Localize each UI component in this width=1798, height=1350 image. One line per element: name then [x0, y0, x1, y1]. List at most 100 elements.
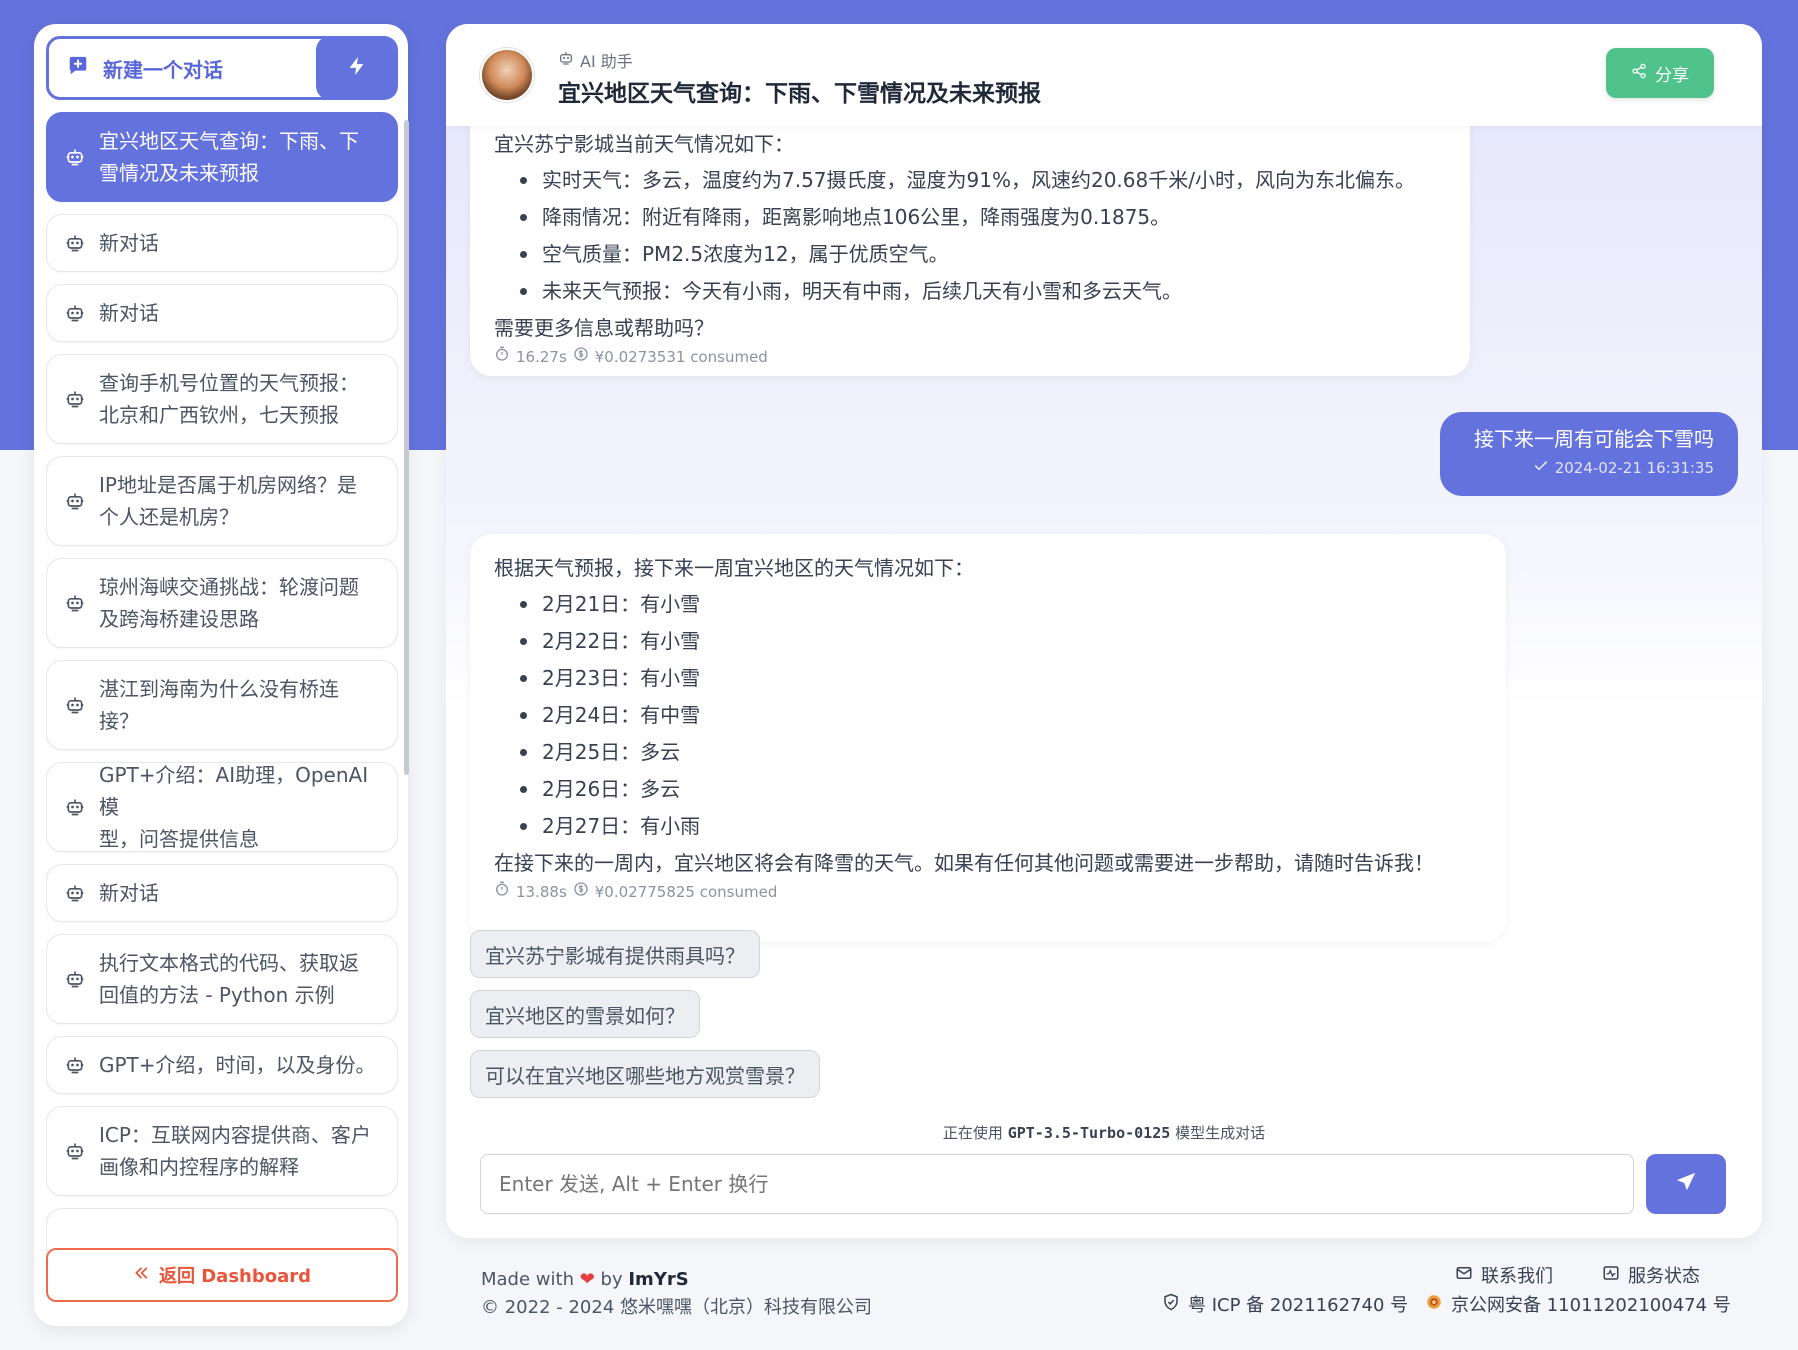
service-status-link[interactable]: 服务状态	[1602, 1262, 1700, 1288]
suggestion-chip[interactable]: 可以在宜兴地区哪些地方观赏雪景？	[470, 1050, 820, 1098]
robot-icon	[65, 490, 85, 512]
police-record-link[interactable]: 京公网安备 11011202100474 号	[1425, 1291, 1731, 1317]
police-record-label: 京公网安备 11011202100474 号	[1451, 1295, 1731, 1316]
conversation-title: 湛江到海南为什么没有桥连	[99, 677, 339, 701]
footer-credits: Made with ❤ by ImYrS © 2022 - 2024 悠米嘿嘿（…	[481, 1266, 872, 1322]
conversation-title: 查询手机号位置的天气预报：	[99, 371, 359, 395]
send-button[interactable]	[1646, 1154, 1726, 1214]
conversation-title: IP地址是否属于机房网络？是	[99, 473, 357, 497]
suggestion-chip[interactable]: 宜兴地区的雪景如何？	[470, 990, 700, 1038]
conversation-title-cont: 个人还是机房？	[99, 505, 239, 529]
list-item: 实时天气：多云，温度约为7.57摄氏度，湿度为91%，风速约20.68千米/小时…	[518, 162, 1446, 199]
share-button[interactable]: 分享	[1606, 48, 1714, 98]
conversation-item-active[interactable]: 宜兴地区天气查询：下雨、下 雪情况及未来预报	[46, 112, 398, 202]
chat-panel: AI 助手 宜兴地区天气查询：下雨、下雪情况及未来预报 分享 宜兴苏宁影城当前天…	[446, 24, 1762, 1238]
conversation-item[interactable]: GPT+介绍，时间，以及身份。	[46, 1036, 398, 1094]
conversation-item[interactable]: 新对话	[46, 864, 398, 922]
sidebar: 新建一个对话 宜兴地区天气查询：下雨、下 雪情况及未来预报 新对话 新对话 查询手…	[34, 24, 409, 1326]
message-intro: 宜兴苏宁影城当前天气情况如下：	[494, 132, 794, 156]
contact-label: 联系我们	[1481, 1266, 1553, 1287]
message-duration: 16.27s	[516, 348, 567, 366]
heart-icon: ❤	[579, 1269, 595, 1290]
conversation-item[interactable]: 查询手机号位置的天气预报： 北京和广西钦州，七天预报	[46, 354, 398, 444]
conversation-title: GPT+介绍：AI助理，OpenAI模	[99, 763, 369, 819]
robot-icon	[65, 1140, 85, 1162]
coin-icon	[573, 881, 589, 903]
police-badge-icon	[1425, 1293, 1443, 1316]
message-input[interactable]	[480, 1154, 1634, 1214]
share-icon	[1631, 63, 1647, 84]
conversation-item[interactable]: ICP：互联网内容提供商、客户 画像和内控程序的解释	[46, 1106, 398, 1196]
new-chat-label: 新建一个对话	[103, 57, 223, 82]
list-item: 2月24日：有中雪	[518, 697, 1482, 734]
conversation-title-cont: 雪情况及未来预报	[99, 161, 259, 185]
lightning-icon	[346, 55, 368, 81]
new-chat-button[interactable]: 新建一个对话	[46, 36, 342, 100]
robot-icon	[65, 694, 85, 716]
list-item: 2月27日：有小雨	[518, 808, 1482, 845]
conversation-item[interactable]: GPT+介绍：AI助理，OpenAI模型，问答提供信息	[46, 762, 398, 852]
model-suffix: 模型生成对话	[1175, 1124, 1266, 1142]
user-message-time: 2024-02-21 16:31:35	[1554, 459, 1714, 477]
timer-icon	[494, 346, 510, 368]
company-name: 悠米嘿嘿（北京）科技有限公司	[620, 1297, 873, 1318]
conversation-title: 新对话	[99, 301, 159, 325]
icp-label: 粤 ICP 备 2021162740 号	[1188, 1295, 1409, 1316]
robot-icon	[65, 302, 85, 324]
conversation-item[interactable]: 湛江到海南为什么没有桥连 接？	[46, 660, 398, 750]
user-message: 接下来一周有可能会下雪吗 2024-02-21 16:31:35	[1440, 412, 1738, 496]
conversation-item[interactable]: 新对话	[46, 214, 398, 272]
send-icon	[1675, 1171, 1697, 1197]
sidebar-scrollbar[interactable]	[404, 120, 409, 775]
conversation-item[interactable]: 琼州海峡交通挑战：轮渡问题 及跨海桥建设思路	[46, 558, 398, 648]
conversation-item[interactable]: 执行文本格式的代码、获取返 回值的方法 - Python 示例	[46, 934, 398, 1024]
conversation-title: 琼州海峡交通挑战：轮渡问题	[99, 575, 359, 599]
back-dashboard-button[interactable]: 返回 Dashboard	[46, 1248, 398, 1302]
robot-icon	[65, 1054, 85, 1076]
model-info: 正在使用 GPT-3.5-Turbo-0125 模型生成对话	[446, 1122, 1762, 1143]
chat-header: AI 助手 宜兴地区天气查询：下雨、下雪情况及未来预报 分享	[446, 24, 1762, 126]
conversation-title: GPT+介绍，时间，以及身份。	[99, 1053, 376, 1077]
icp-link[interactable]: 粤 ICP 备 2021162740 号	[1162, 1291, 1408, 1317]
conversation-title-cont: 画像和内控程序的解释	[99, 1155, 299, 1179]
back-dashboard-label: 返回 Dashboard	[158, 1266, 312, 1287]
robot-icon	[65, 146, 85, 168]
message-list: 实时天气：多云，温度约为7.57摄氏度，湿度为91%，风速约20.68千米/小时…	[494, 162, 1446, 310]
conversation-title-cont: 型，问答提供信息	[99, 827, 259, 851]
conversation-item[interactable]: 新对话	[46, 284, 398, 342]
robot-icon	[558, 50, 574, 70]
message-meta: 16.27s ¥0.0273531 consumed	[494, 346, 1446, 368]
message-list: 2月21日：有小雪 2月22日：有小雪 2月23日：有小雪 2月24日：有中雪 …	[494, 586, 1482, 845]
timer-icon	[494, 881, 510, 903]
list-item: 2月23日：有小雪	[518, 660, 1482, 697]
message-cost: ¥0.0273531 consumed	[594, 348, 768, 366]
shield-check-icon	[1162, 1293, 1180, 1316]
service-status-label: 服务状态	[1628, 1266, 1700, 1287]
made-with-label: Made with	[481, 1269, 574, 1290]
assistant-label: AI 助手	[580, 52, 633, 71]
list-item: 2月26日：多云	[518, 771, 1482, 808]
user-message-text: 接下来一周有可能会下雪吗	[1474, 427, 1714, 451]
conversation-item[interactable]: IP地址是否属于机房网络？是 个人还是机房？	[46, 456, 398, 546]
message-duration: 13.88s	[516, 883, 567, 901]
robot-icon	[65, 796, 85, 818]
conversation-title: 新对话	[99, 231, 159, 255]
quick-chat-button[interactable]	[316, 36, 398, 100]
author-link[interactable]: ImYrS	[628, 1269, 688, 1290]
robot-icon	[65, 592, 85, 614]
assistant-message: 宜兴苏宁影城当前天气情况如下： 实时天气：多云，温度约为7.57摄氏度，湿度为9…	[470, 96, 1470, 376]
list-item: 2月25日：多云	[518, 734, 1482, 771]
assistant-message: 根据天气预报，接下来一周宜兴地区的天气情况如下： 2月21日：有小雪 2月22日…	[470, 534, 1506, 942]
mail-icon	[1455, 1264, 1473, 1287]
double-chevron-left-icon	[133, 1265, 149, 1286]
suggestion-chip[interactable]: 宜兴苏宁影城有提供雨具吗？	[470, 930, 760, 978]
message-outro: 需要更多信息或帮助吗？	[494, 316, 714, 340]
robot-icon	[65, 388, 85, 410]
list-item: 降雨情况：附近有降雨，距离影响地点106公里，降雨强度为0.1875。	[518, 199, 1446, 236]
robot-icon	[65, 232, 85, 254]
conversation-item-partial[interactable]	[46, 1208, 398, 1252]
conversation-title-cont: 回值的方法 - Python 示例	[99, 983, 335, 1007]
contact-link[interactable]: 联系我们	[1455, 1262, 1553, 1288]
message-cost: ¥0.02775825 consumed	[594, 883, 778, 901]
message-intro: 根据天气预报，接下来一周宜兴地区的天气情况如下：	[494, 556, 974, 580]
